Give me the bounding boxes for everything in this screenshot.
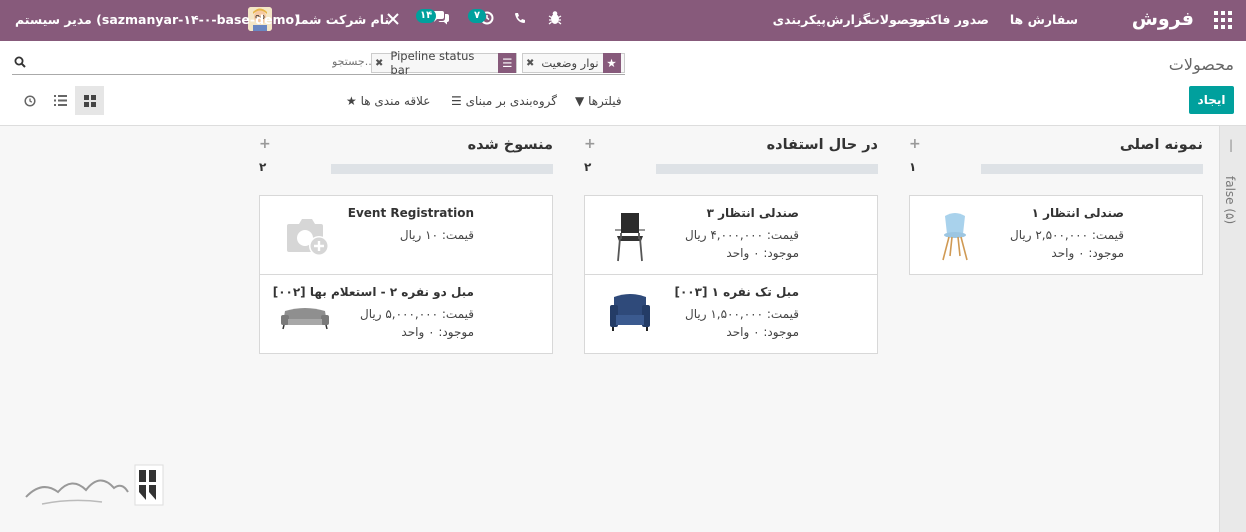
armchair-image [600,287,660,342]
product-name: مبل تک نفره ۱ [۰۰۳] [674,285,799,299]
facet-groupby: ✖ Pipeline status bar ☰ [371,49,517,77]
page-title: محصولات [1168,55,1234,74]
menu-products[interactable]: محصولات [867,12,926,27]
product-price: قیمت: ۴,۰۰۰,۰۰۰ ریال [684,228,799,242]
create-button[interactable]: ایجاد [1189,86,1234,114]
chair-blue-image [925,208,985,263]
filters-button[interactable]: ▼ فیلترها [575,94,622,108]
column-count: ۲ [259,160,267,174]
menu-reporting[interactable]: گزارش [826,12,870,27]
add-card-icon[interactable]: + [584,136,596,152]
chair-black-image [600,208,660,263]
phone-icon[interactable] [514,12,526,27]
top-navbar: فروش سفارش ها صدور فاکتور محصولات گزارش … [0,0,1246,41]
product-stock: موجود: ۰ واحد [726,246,799,260]
menu-configuration[interactable]: پیکربندی [773,12,826,27]
watermark-logo [22,462,167,510]
product-price: قیمت: ۱,۵۰۰,۰۰۰ ریال [684,307,799,321]
control-panel: محصولات ✖ Pipeline status bar ☰ ✖ نوار و… [0,41,1246,126]
activities-badge: ۷ [468,9,486,23]
company-name[interactable]: نام شرکت شما [296,12,389,27]
kanban-view-icon [83,94,96,107]
product-card[interactable]: صندلی انتظار ۳ قیمت: ۴,۰۰۰,۰۰۰ ریال موجو… [584,195,878,275]
facet-favorite: ✖ نوار وضعیت ★ [522,53,625,73]
groupby-button[interactable]: ☰ گروه‌بندی بر مبنای [451,94,557,108]
unfold-icon[interactable]: | [1229,138,1233,152]
facet-remove-icon[interactable]: ✖ [523,58,537,69]
apps-menu-icon[interactable] [1214,11,1232,29]
folded-column[interactable]: | false (۵) [1219,126,1246,532]
kanban-column-header: + منسوخ شده ۲ [259,126,553,176]
product-card[interactable]: مبل دو نفره ۲ - استعلام بها [۰۰۲] قیمت: … [259,274,553,354]
product-price: قیمت: ۲,۵۰۰,۰۰۰ ریال [1009,228,1124,242]
user-name[interactable]: مدیر سیستم (sazmanyar-۱۴-۰-base-demo) [15,12,300,27]
messages-badge: ۱۴ [416,9,437,23]
product-card[interactable]: Event Registration قیمت: ۱۰ ریال [259,195,553,275]
list-icon: ☰ [451,94,462,108]
column-count: ۲ [584,160,592,174]
search-bar: ✖ Pipeline status bar ☰ ✖ نوار وضعیت ★ [12,49,625,77]
search-icon[interactable] [14,56,26,71]
add-card-icon[interactable]: + [909,136,921,152]
column-progress-bar [981,164,1203,174]
product-price: قیمت: ۱۰ ریال [399,228,474,242]
column-count: ۱ [909,160,917,174]
folded-column-label: false (۵) [1223,176,1237,225]
kanban-column-header: + در حال استفاده ۲ [584,126,878,176]
activity-view-switch[interactable] [15,86,44,115]
column-title[interactable]: منسوخ شده [468,137,553,153]
add-card-icon[interactable]: + [259,136,271,152]
product-stock: موجود: ۰ واحد [1051,246,1124,260]
groupby-label: گروه‌بندی بر مبنای [465,94,557,108]
product-card[interactable]: مبل تک نفره ۱ [۰۰۳] قیمت: ۱,۵۰۰,۰۰۰ ریال… [584,274,878,354]
column-progress-bar [656,164,878,174]
bug-icon[interactable] [548,10,562,29]
filter-icon: ▼ [575,94,585,108]
column-title[interactable]: نمونه اصلی [1120,137,1203,153]
clock-icon [23,94,36,107]
menu-orders[interactable]: سفارش ها [1010,12,1078,27]
group-icon: ☰ [498,53,516,73]
product-name: صندلی انتظار ۱ [1031,206,1124,220]
filters-label: فیلترها [588,94,622,108]
kanban-view-switch[interactable] [75,86,104,115]
product-name: صندلی انتظار ۳ [706,206,799,220]
search-input[interactable] [332,55,372,68]
column-title[interactable]: در حال استفاده [767,137,878,153]
column-progress-bar [331,164,553,174]
list-view-switch[interactable] [46,86,75,115]
facet-remove-icon[interactable]: ✖ [372,58,386,69]
app-brand[interactable]: فروش [1132,8,1194,30]
kanban-column-header: + نمونه اصلی ۱ [909,126,1203,176]
facet-value: Pipeline status bar [390,49,475,77]
facet-value: نوار وضعیت [541,56,599,70]
product-card[interactable]: صندلی انتظار ۱ قیمت: ۲,۵۰۰,۰۰۰ ریال موجو… [909,195,1203,275]
product-stock: موجود: ۰ واحد [401,325,474,339]
product-price: قیمت: ۵,۰۰۰,۰۰۰ ریال [359,307,474,321]
placeholder-camera-image [275,208,335,263]
list-view-icon [54,95,67,106]
favorites-button[interactable]: ★ علاقه مندی ها [346,94,430,108]
product-stock: موجود: ۰ واحد [726,325,799,339]
product-name: Event Registration [347,206,474,220]
star-icon: ★ [346,94,357,108]
favorites-label: علاقه مندی ها [360,94,431,108]
sofa-image [275,287,335,342]
star-icon: ★ [602,53,621,73]
